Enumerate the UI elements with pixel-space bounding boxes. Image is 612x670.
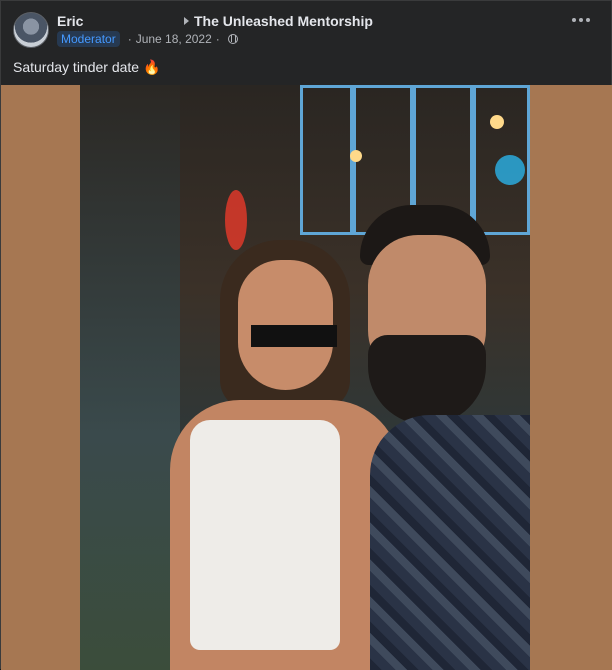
post-date[interactable]: June 18, 2022 — [136, 32, 212, 46]
post-text: Saturday tinder date 🔥 — [13, 59, 160, 76]
post-caption: Saturday tinder date — [13, 59, 140, 75]
more-options-icon[interactable] — [572, 18, 590, 22]
post-media[interactable] — [1, 85, 612, 670]
group-name[interactable]: The Unleashed Mentorship — [194, 13, 373, 29]
neon-light — [225, 190, 247, 250]
globe-icon[interactable] — [227, 34, 238, 44]
meta-separator: · — [127, 32, 132, 46]
patterned-shirt — [370, 415, 530, 670]
beard — [368, 335, 486, 425]
post-meta: Moderator · June 18, 2022 · — [57, 31, 238, 47]
person-man — [360, 205, 530, 670]
white-top — [190, 420, 340, 650]
moderator-badge: Moderator — [57, 31, 120, 47]
author-avatar[interactable] — [13, 12, 49, 48]
fire-emoji: 🔥 — [142, 59, 161, 75]
left-wall — [80, 85, 180, 670]
post-header: Eric The Unleashed Mentorship Moderator … — [1, 1, 611, 55]
post-card: Eric The Unleashed Mentorship Moderator … — [0, 0, 612, 670]
ceiling-light — [490, 115, 504, 129]
caret-right-icon — [184, 17, 189, 25]
censor-bar — [251, 325, 337, 347]
neon-light — [495, 155, 525, 185]
author-name[interactable]: Eric — [57, 13, 83, 29]
post-photo[interactable] — [80, 85, 530, 670]
meta-separator: · — [215, 32, 220, 46]
ceiling-light — [350, 150, 362, 162]
